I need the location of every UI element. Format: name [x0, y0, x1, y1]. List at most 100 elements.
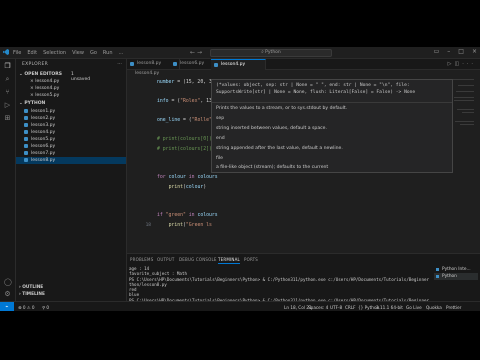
param-name: sep — [216, 116, 225, 121]
python-file-icon — [24, 122, 28, 127]
python-file-icon — [173, 62, 177, 66]
remote-icon[interactable]: ⌁ — [0, 302, 14, 311]
more-actions-icon[interactable]: ··· — [117, 61, 122, 67]
code-token: colour — [185, 184, 204, 190]
python-file-icon — [214, 63, 218, 67]
code-line[interactable]: # print(colours[0]) # — [157, 137, 218, 142]
menu-edit[interactable]: Edit — [27, 50, 37, 56]
interpreter[interactable]: 3.11.1 64-bit — [376, 305, 403, 310]
layout-icon[interactable]: ▭ — [434, 48, 440, 55]
tab-ports[interactable]: PORTS — [244, 257, 258, 262]
code-line[interactable]: print("Green ls — [157, 223, 212, 228]
menu-file[interactable]: File — [13, 50, 21, 56]
menu-more[interactable]: ... — [119, 50, 124, 56]
more-actions-icon[interactable]: ··· — [462, 61, 476, 67]
quokka[interactable]: Quokka — [426, 305, 442, 310]
command-center[interactable]: ⌕ Python — [210, 49, 332, 57]
account-icon[interactable]: ◯ — [4, 279, 12, 286]
menu-go[interactable]: Go — [90, 50, 97, 56]
file-item[interactable]: lesson7.py — [16, 150, 126, 157]
panel-tabs: PROBLEMS OUTPUT DEBUG CONSOLE TERMINAL P… — [127, 256, 480, 264]
indentation[interactable]: Spaces: 4 — [308, 305, 328, 310]
code-line[interactable]: for colour in colours — [157, 175, 218, 180]
python-file-icon — [24, 157, 28, 162]
activity-bar: ❐ ⌕ ⑂ ▷ ⊞ ◯ ⚙ — [0, 59, 16, 301]
file-item[interactable]: lesson3.py — [16, 122, 126, 129]
file-item[interactable]: lesson2.py — [16, 115, 126, 122]
code-token: print — [168, 222, 184, 228]
window-controls: ▭ – □ × — [434, 48, 477, 55]
open-editor-item[interactable]: × lesson5.py — [30, 93, 59, 98]
file-item[interactable]: lesson6.py — [16, 143, 126, 150]
hover-description: Prints the values to a stream, or to sys… — [216, 106, 348, 111]
minimize-icon[interactable]: – — [447, 48, 450, 55]
line-number: 18 — [145, 222, 151, 228]
code-token: "Rolle" — [191, 118, 212, 123]
open-editors-section[interactable]: ⌄ OPEN EDITORS 1 unsaved — [19, 72, 90, 82]
param-desc: string inserted between values, default … — [216, 126, 327, 131]
nav-arrows: ← → — [190, 49, 202, 56]
code-line[interactable]: # print(colours[2]) # — [157, 147, 218, 152]
tab-debug-console[interactable]: DEBUG CONSOLE — [179, 257, 217, 262]
open-editor-item[interactable]: × lesson4.py — [30, 79, 59, 84]
code-token: # print(colours[0]) # — [157, 137, 218, 142]
maximize-icon[interactable]: □ — [458, 48, 464, 55]
param-desc: string appended after the last value, de… — [216, 146, 343, 151]
menu-view[interactable]: View — [72, 50, 84, 56]
gear-icon[interactable]: ⚙ — [4, 291, 11, 298]
minimap-line — [455, 121, 474, 122]
terminal-item[interactable]: Python — [434, 273, 478, 280]
minimap-line — [457, 109, 474, 110]
code-token: ) — [203, 184, 207, 190]
open-editors-label: OPEN EDITORS — [24, 72, 62, 77]
encoding[interactable]: UTF-8 — [330, 305, 342, 310]
code-token: = ( — [168, 99, 181, 104]
code-line[interactable]: if "green" in colours — [157, 213, 218, 218]
forward-arrow-icon[interactable]: → — [197, 49, 202, 56]
file-item[interactable]: lesson4.py — [16, 129, 126, 136]
title-bar: File Edit Selection View Go Run ... ← → … — [0, 47, 480, 59]
extensions-icon[interactable]: ⊞ — [4, 115, 11, 122]
menu-run[interactable]: Run — [103, 50, 113, 56]
source-control-icon[interactable]: ⑂ — [4, 89, 11, 96]
timeline-section[interactable]: › TIMELINE — [19, 292, 45, 297]
run-debug-icon[interactable]: ▷ — [4, 102, 11, 109]
ports-status[interactable]: ⚲ 0 — [42, 305, 49, 310]
editor-actions: ▷◫··· — [448, 61, 476, 67]
code-token: colour — [168, 175, 186, 180]
line-ending[interactable]: CRLF — [345, 305, 356, 310]
problems-status[interactable]: ⊗ 0 ⚠ 0 — [18, 305, 35, 310]
code-token: "Rolex" — [180, 99, 201, 104]
back-arrow-icon[interactable]: ← — [190, 49, 195, 56]
param-desc: a file-like object (stream); defaults to… — [216, 165, 329, 170]
folder-label: PYTHON — [24, 101, 46, 106]
outline-section[interactable]: › OUTLINE — [19, 285, 43, 290]
file-item[interactable]: lesson1.py — [16, 108, 126, 115]
file-item[interactable]: lesson5.py — [16, 136, 126, 143]
vscode-window: File Edit Selection View Go Run ... ← → … — [0, 47, 480, 311]
tab-lesson4[interactable]: lesson4.py — [211, 59, 266, 70]
editor-area: lesson8.py lesson6.py lesson4.py ▷◫··· l… — [127, 59, 480, 253]
code-line[interactable]: number = (15, 20, 30) — [157, 80, 218, 85]
code-line[interactable]: info = ("Rolex", 13, — [157, 99, 215, 104]
menu-selection[interactable]: Selection — [43, 50, 66, 56]
search-icon[interactable]: ⌕ — [4, 76, 11, 83]
file-item-selected[interactable]: lesson8.py — [16, 157, 126, 164]
open-editor-item[interactable]: × lesson4.py — [30, 86, 59, 91]
terminal-item[interactable]: Python Inte... — [434, 266, 478, 273]
code-line[interactable]: print(colour) — [157, 184, 207, 190]
code-line[interactable]: one_line = ("Rolle", — [157, 118, 215, 123]
tab-terminal[interactable]: TERMINAL — [218, 257, 240, 264]
folder-section[interactable]: ⌄ PYTHON — [19, 101, 45, 106]
prettier[interactable]: Prettier — [446, 305, 461, 310]
close-icon[interactable]: × — [472, 48, 477, 55]
code-token: number — [157, 80, 175, 85]
explorer-icon[interactable]: ❐ — [4, 63, 11, 70]
tab-output[interactable]: OUTPUT — [157, 257, 175, 262]
editor-tabs: lesson8.py lesson6.py lesson4.py ▷◫··· — [127, 59, 480, 70]
breadcrumb[interactable]: lesson4.py — [135, 71, 159, 76]
minimap-line — [460, 124, 474, 125]
tab-problems[interactable]: PROBLEMS — [130, 257, 153, 262]
go-live[interactable]: Go Live — [406, 305, 422, 310]
